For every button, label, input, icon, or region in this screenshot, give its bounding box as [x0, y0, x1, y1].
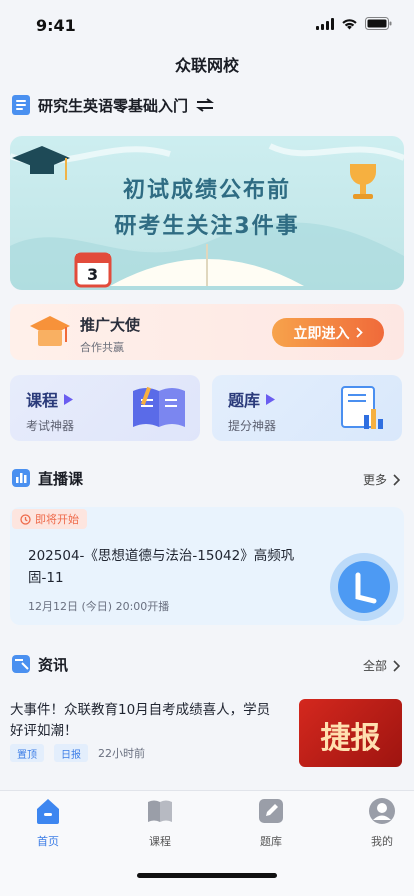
course-entry-card[interactable]: 课程 考试神器 [10, 375, 200, 441]
chevron-right-icon [393, 473, 400, 486]
swap-icon [196, 98, 215, 112]
live-chart-icon [12, 469, 30, 487]
banner-headline-1: 初试成绩公布前 [122, 178, 291, 203]
play-triangle-icon [266, 393, 276, 405]
tab-courses-label: 课程 [149, 835, 171, 848]
upcoming-badge: 即将开始 [12, 509, 87, 529]
upcoming-badge-label: 即将开始 [35, 513, 79, 526]
calendar-number: 3 [87, 265, 99, 284]
enter-now-label: 立即进入 [293, 325, 350, 342]
book-icon [12, 95, 30, 115]
course-entry-subtitle: 考试神器 [26, 419, 75, 433]
tab-home[interactable]: 首页 [13, 797, 83, 849]
course-switch-label: 研究生英语零基础入门 [38, 96, 189, 115]
battery-icon [365, 17, 392, 30]
clock-icon [20, 513, 31, 525]
banner-headline-2: 研考生关注3件事 [114, 214, 300, 239]
tab-question-bank-label: 题库 [260, 835, 282, 848]
tab-question-bank[interactable]: 题库 [236, 797, 306, 849]
live-section-header: 直播课 [12, 465, 83, 491]
chevron-right-icon [355, 327, 363, 338]
chevron-right-icon [393, 659, 400, 672]
status-icons [316, 17, 392, 30]
edit-icon [259, 799, 283, 823]
tab-profile-label: 我的 [371, 835, 393, 848]
avatar-icon [369, 798, 395, 824]
daily-tag: 日报 [54, 744, 88, 762]
report-chart-icon [341, 386, 383, 429]
course-entry-title: 课程 [26, 391, 59, 410]
page-title: 众联网校 [174, 56, 239, 75]
status-time: 9:41 [36, 16, 76, 35]
news-icon [12, 655, 30, 673]
live-more-label: 更多 [362, 473, 387, 487]
news-all-label: 全部 [362, 659, 387, 673]
signal-icon [316, 17, 334, 30]
tab-courses[interactable]: 课程 [125, 797, 195, 849]
enter-now-button[interactable]: 立即进入 [272, 318, 384, 347]
course-switcher[interactable]: 研究生英语零基础入门 [12, 92, 215, 118]
tab-profile[interactable]: 我的 [347, 797, 414, 849]
live-course-card[interactable]: 即将开始 202504-《思想道德与法治-15042》高频巩固-11 12月12… [10, 507, 404, 625]
open-book-icon [133, 386, 185, 427]
live-course-time: 12月12日 (今日) 20:00开播 [28, 600, 170, 613]
wifi-icon [342, 18, 357, 29]
question-bank-entry-subtitle: 提分神器 [228, 419, 277, 433]
graduation-cap-icon [30, 316, 70, 346]
tab-home-label: 首页 [37, 835, 59, 848]
question-bank-entry-card[interactable]: 题库 提分神器 [212, 375, 402, 441]
news-thumbnail[interactable]: 捷报 [299, 699, 402, 767]
news-item-title: 大事件！众联教育10月自考成绩喜人，学员好评如潮！ [10, 702, 271, 739]
promo-ambassador-card[interactable]: 推广大使 合作共赢 立即进入 [10, 304, 404, 360]
book-open-icon [148, 800, 172, 822]
news-section-header: 资讯 [12, 651, 68, 677]
promo-title: 推广大使 [80, 316, 141, 334]
news-section-title: 资讯 [38, 655, 69, 674]
news-item-time: 22小时前 [98, 747, 145, 760]
home-icon [37, 799, 59, 824]
live-section-title: 直播课 [38, 469, 84, 488]
live-play-decoration-icon [330, 553, 398, 621]
promo-subtitle: 合作共赢 [80, 341, 124, 354]
news-thumbnail-text: 捷报 [320, 721, 381, 756]
banner-carousel[interactable]: 初试成绩公布前 研考生关注3件事 3 [10, 136, 404, 290]
news-all-link[interactable]: 全部 [363, 657, 400, 674]
play-triangle-icon [64, 393, 74, 405]
question-bank-entry-title: 题库 [228, 391, 261, 410]
live-more-link[interactable]: 更多 [363, 471, 400, 488]
live-course-title: 202504-《思想道德与法治-15042》高频巩固-11 [28, 548, 295, 586]
pinned-tag: 置顶 [10, 744, 44, 762]
home-indicator [137, 873, 277, 878]
